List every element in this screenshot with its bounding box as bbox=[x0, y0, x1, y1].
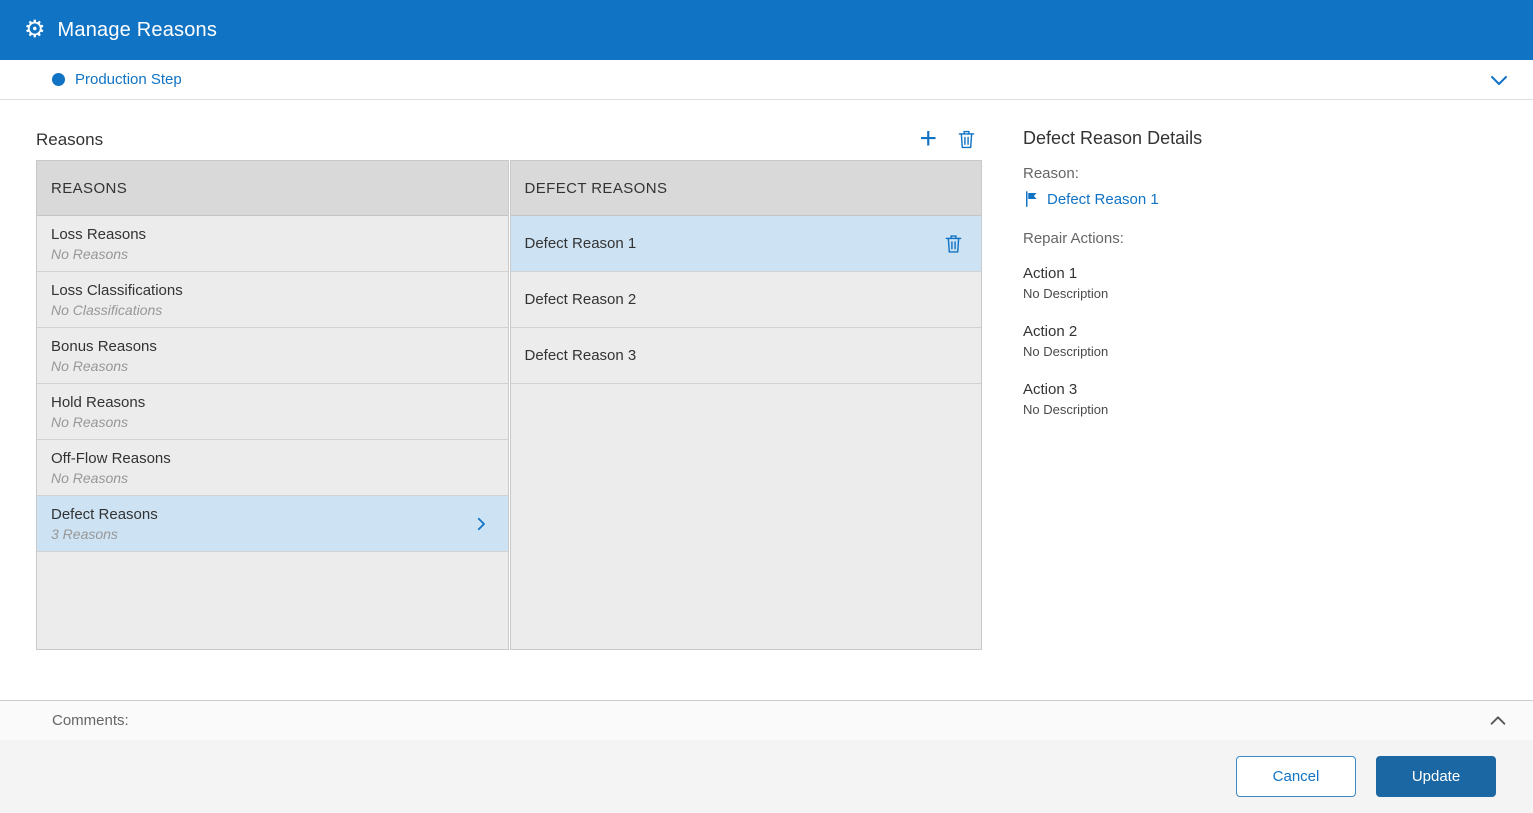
reasons-table: REASONS Loss Reasons No Reasons Loss Cla… bbox=[36, 160, 982, 650]
row-label: Loss Classifications bbox=[51, 282, 494, 299]
row-sublabel: No Reasons bbox=[51, 358, 494, 374]
row-sublabel: 3 Reasons bbox=[51, 526, 494, 542]
row-label: Defect Reason 3 bbox=[525, 347, 968, 364]
reason-category-row-hold-reasons[interactable]: Hold Reasons No Reasons bbox=[37, 384, 508, 440]
action-name: Action 2 bbox=[1023, 323, 1493, 340]
production-step-bar: Production Step bbox=[0, 60, 1533, 100]
defect-reasons-column: DEFECT REASONS Defect Reason 1 Defect Re… bbox=[510, 160, 983, 650]
chevron-up-icon bbox=[1487, 710, 1509, 732]
chevron-right-icon bbox=[472, 515, 490, 533]
add-reason-button[interactable]: + bbox=[919, 128, 937, 150]
action-name: Action 3 bbox=[1023, 381, 1493, 398]
row-sublabel: No Reasons bbox=[51, 246, 494, 262]
collapse-comments-button[interactable] bbox=[1487, 710, 1509, 732]
reason-category-row-loss-classifications[interactable]: Loss Classifications No Classifications bbox=[37, 272, 508, 328]
reasons-toolbar: Reasons + bbox=[36, 128, 982, 150]
defect-reason-row-1[interactable]: Defect Reason 1 bbox=[511, 216, 982, 272]
page-title: Manage Reasons bbox=[58, 19, 218, 42]
row-label: Off-Flow Reasons bbox=[51, 450, 494, 467]
reason-category-row-defect-reasons[interactable]: Defect Reasons 3 Reasons bbox=[37, 496, 508, 552]
delete-defect-reason-button[interactable] bbox=[944, 233, 963, 254]
defect-reason-details-panel: Defect Reason Details Reason: Defect Rea… bbox=[1023, 128, 1493, 439]
comments-label: Comments: bbox=[52, 712, 129, 729]
repair-action-1: Action 1 No Description bbox=[1023, 265, 1493, 301]
repair-action-2: Action 2 No Description bbox=[1023, 323, 1493, 359]
selected-reason-link[interactable]: Defect Reason 1 bbox=[1023, 190, 1493, 208]
plus-icon: + bbox=[919, 128, 937, 150]
action-description: No Description bbox=[1023, 344, 1493, 359]
reasons-section: Reasons + REASONS Loss Reasons No Reason… bbox=[36, 128, 982, 650]
reason-category-row-off-flow-reasons[interactable]: Off-Flow Reasons No Reasons bbox=[37, 440, 508, 496]
repair-action-3: Action 3 No Description bbox=[1023, 381, 1493, 417]
trash-icon bbox=[957, 129, 976, 150]
update-button[interactable]: Update bbox=[1376, 756, 1496, 797]
action-name: Action 1 bbox=[1023, 265, 1493, 282]
comments-bar: Comments: bbox=[0, 700, 1533, 740]
delete-reason-button[interactable] bbox=[957, 129, 976, 150]
details-title: Defect Reason Details bbox=[1023, 128, 1493, 149]
chevron-down-icon bbox=[1487, 68, 1511, 92]
footer-action-bar: Cancel Update bbox=[0, 740, 1533, 813]
row-sublabel: No Reasons bbox=[51, 414, 494, 430]
production-step[interactable]: Production Step bbox=[52, 71, 182, 88]
defect-reasons-column-header: DEFECT REASONS bbox=[511, 161, 982, 216]
reason-category-row-loss-reasons[interactable]: Loss Reasons No Reasons bbox=[37, 216, 508, 272]
repair-actions-label: Repair Actions: bbox=[1023, 230, 1493, 247]
action-description: No Description bbox=[1023, 286, 1493, 301]
trash-icon bbox=[944, 233, 963, 254]
reasons-column-header: REASONS bbox=[37, 161, 508, 216]
row-label: Defect Reasons bbox=[51, 506, 494, 523]
production-step-label: Production Step bbox=[75, 71, 182, 88]
column-filler bbox=[511, 384, 982, 649]
row-label: Hold Reasons bbox=[51, 394, 494, 411]
reason-category-row-bonus-reasons[interactable]: Bonus Reasons No Reasons bbox=[37, 328, 508, 384]
row-sublabel: No Classifications bbox=[51, 302, 494, 318]
defect-reason-row-3[interactable]: Defect Reason 3 bbox=[511, 328, 982, 384]
action-description: No Description bbox=[1023, 402, 1493, 417]
expand-step-button[interactable] bbox=[1487, 68, 1511, 92]
row-label: Defect Reason 2 bbox=[525, 291, 968, 308]
column-filler bbox=[37, 552, 508, 649]
row-label: Loss Reasons bbox=[51, 226, 494, 243]
selected-reason-label: Defect Reason 1 bbox=[1047, 191, 1159, 208]
defect-reason-row-2[interactable]: Defect Reason 2 bbox=[511, 272, 982, 328]
row-label: Bonus Reasons bbox=[51, 338, 494, 355]
reason-categories-column: REASONS Loss Reasons No Reasons Loss Cla… bbox=[36, 160, 509, 650]
cancel-button[interactable]: Cancel bbox=[1236, 756, 1356, 797]
flag-icon bbox=[1023, 190, 1041, 208]
row-label: Defect Reason 1 bbox=[525, 235, 968, 252]
app-header: ⚙ Manage Reasons bbox=[0, 0, 1533, 60]
reason-field-label: Reason: bbox=[1023, 165, 1493, 182]
main-content: Reasons + REASONS Loss Reasons No Reason… bbox=[0, 100, 1533, 700]
gear-icon: ⚙ bbox=[24, 18, 46, 42]
step-bullet-icon bbox=[52, 73, 65, 86]
row-sublabel: No Reasons bbox=[51, 470, 494, 486]
reasons-section-title: Reasons bbox=[36, 130, 103, 150]
